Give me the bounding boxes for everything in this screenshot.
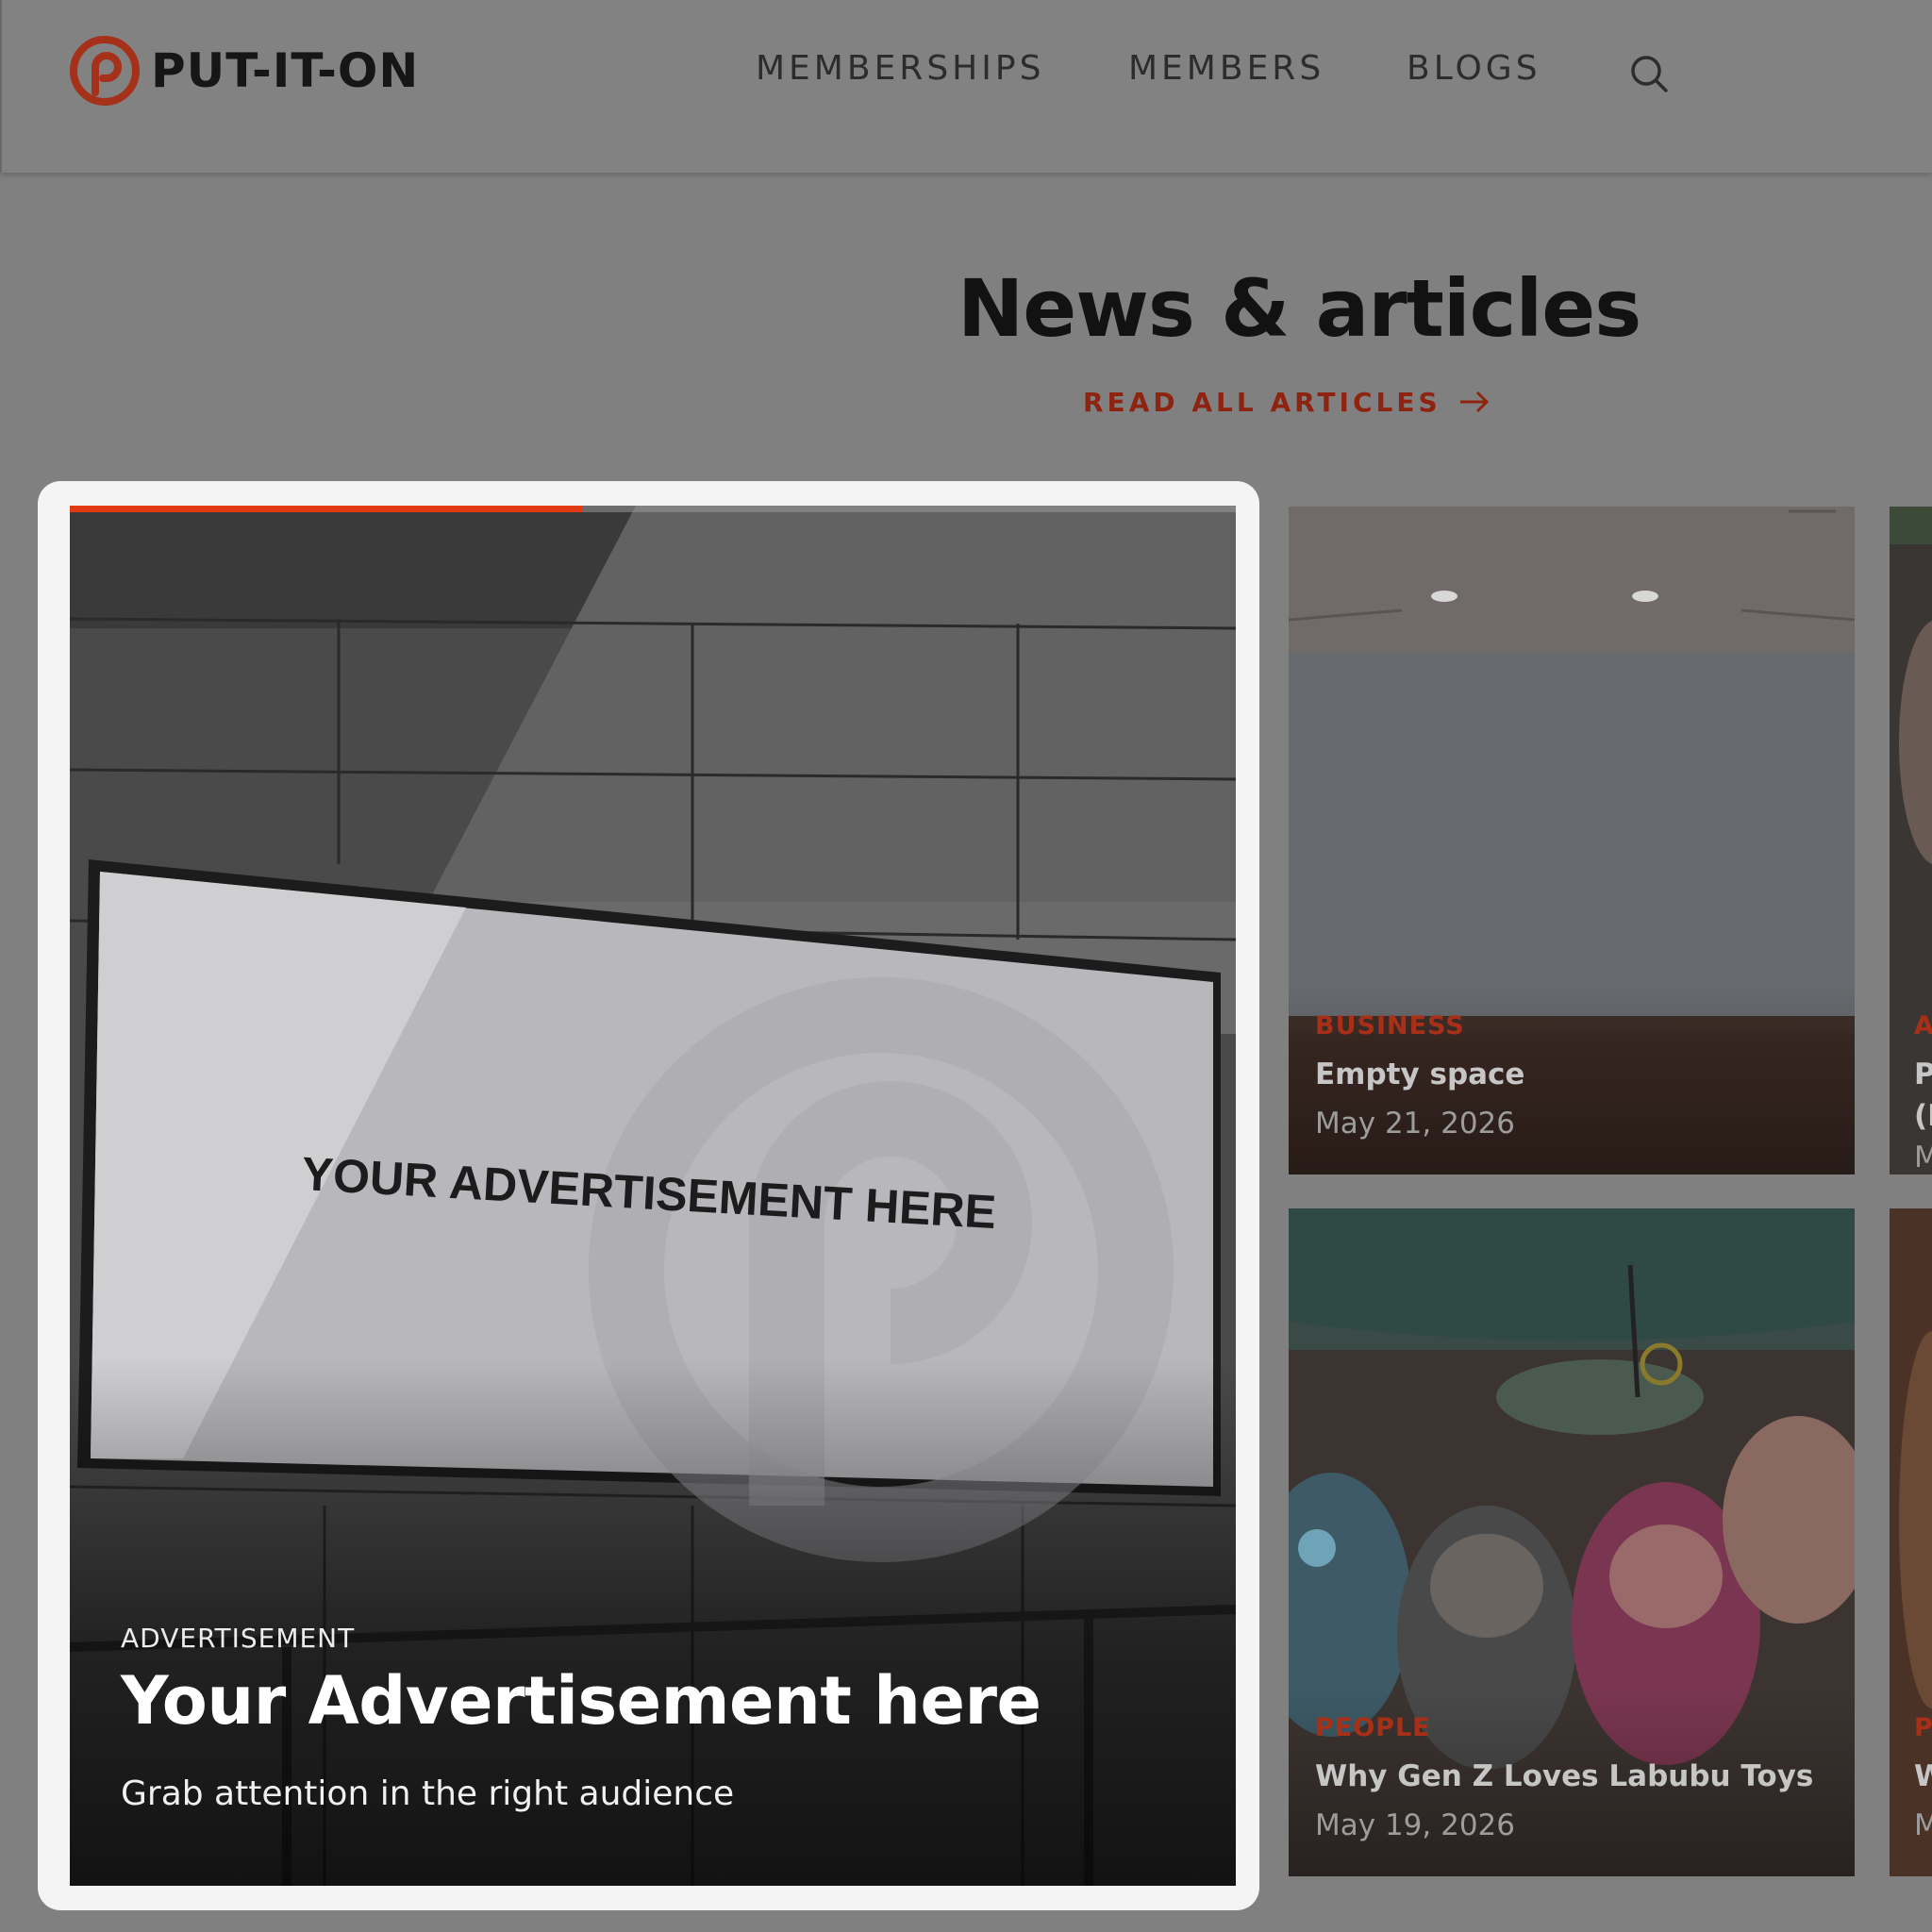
card-title[interactable]: Empty space (1315, 1058, 1524, 1091)
arrow-right-icon (1459, 391, 1489, 413)
article-card[interactable]: PEOPLE Why Gen Z Loves Labubu Toys May 1… (1289, 1208, 1855, 1876)
nav-members[interactable]: MEMBERS (1128, 49, 1324, 88)
card-category: BUSINESS (1315, 1011, 1465, 1041)
logo[interactable]: PUT-IT-ON (70, 36, 419, 106)
site-header: PUT-IT-ON MEMBERSHIPS MEMBERS BLOGS (0, 0, 1932, 173)
card-title-line2: (I (1914, 1099, 1932, 1133)
card-title: W (1914, 1759, 1932, 1793)
section-title: News & articles (958, 262, 1641, 355)
search-icon[interactable] (1628, 53, 1670, 94)
article-card-partial[interactable]: A P (I M (1890, 507, 1932, 1174)
card-title[interactable]: Why Gen Z Loves Labubu Toys (1315, 1759, 1813, 1793)
card-date: M (1914, 1141, 1932, 1174)
article-card[interactable]: BUSINESS Empty space May 21, 2026 (1289, 507, 1855, 1174)
card-category: P (1914, 1713, 1932, 1742)
card-date: May 19, 2026 (1315, 1808, 1515, 1842)
nav-memberships[interactable]: MEMBERSHIPS (756, 49, 1044, 88)
put-it-on-logo-icon (70, 36, 140, 106)
card-category: A (1914, 1011, 1932, 1041)
brand-name: PUT-IT-ON (151, 43, 420, 98)
featured-title[interactable]: Your Advertisement here (121, 1662, 1041, 1740)
read-all-articles-link[interactable]: READ ALL ARTICLES (1083, 383, 1491, 421)
featured-card[interactable]: YOUR ADVERTISEMENT HERE ADVERTISEMENT Yo… (38, 481, 1259, 1910)
featured-subtitle: Grab attention in the right audience (121, 1774, 735, 1813)
featured-progress-fill (70, 506, 583, 512)
read-all-label: READ ALL ARTICLES (1083, 386, 1441, 418)
article-card-partial[interactable]: P W M (1890, 1208, 1932, 1876)
card-date: M (1914, 1808, 1932, 1842)
featured-media: YOUR ADVERTISEMENT HERE ADVERTISEMENT Yo… (70, 506, 1236, 1886)
card-title: P (1914, 1058, 1932, 1091)
card-category: PEOPLE (1315, 1713, 1431, 1742)
card-date: May 21, 2026 (1315, 1107, 1515, 1141)
nav-blogs[interactable]: BLOGS (1407, 49, 1541, 88)
featured-category: ADVERTISEMENT (121, 1623, 356, 1654)
featured-progress-track (70, 506, 1236, 512)
